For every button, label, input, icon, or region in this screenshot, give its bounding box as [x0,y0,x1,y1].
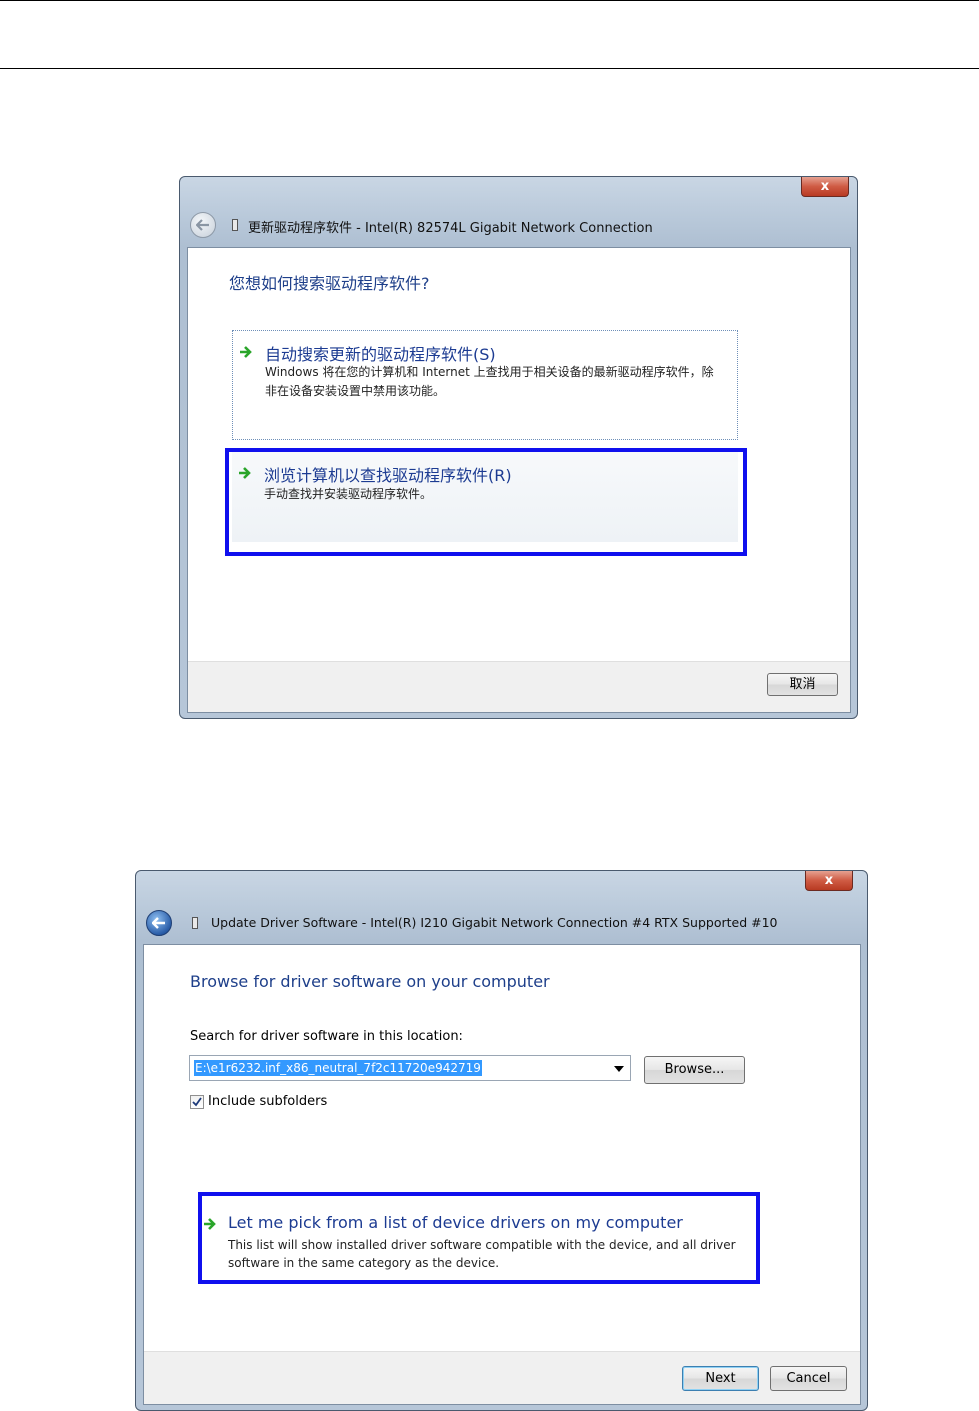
window-title: 更新驱动程序软件 - Intel(R) 82574L Gigabit Netwo… [248,221,653,236]
wizard-footer: 取消 [188,661,850,712]
wizard-content: 您想如何搜索驱动程序软件? 自动搜索更新的驱动程序软件(S) Windows 将… [187,247,851,713]
option-description: 手动查找并安装驱动程序软件。 [264,487,433,501]
close-icon: x [820,179,830,194]
option-pick-from-list[interactable]: Let me pick from a list of device driver… [199,1191,755,1281]
green-arrow-icon [240,346,252,358]
nav-bar: Update Driver Software - Intel(R) I210 G… [142,907,861,941]
option-browse-computer[interactable]: 浏览计算机以查找驱动程序软件(R) 手动查找并安装驱动程序软件。 [232,452,738,542]
option-title: 浏览计算机以查找驱动程序软件(R) [264,466,512,485]
option-description: This list will show installed driver sof… [228,1238,736,1270]
page-heading: 您想如何搜索驱动程序软件? [229,274,430,293]
back-arrow-icon [152,917,165,929]
include-subfolders-label[interactable]: Include subfolders [208,1094,327,1109]
option-description: Windows 将在您的计算机和 Internet 上查找用于相关设备的最新驱动… [265,365,714,398]
green-arrow-icon [239,467,251,479]
close-button[interactable]: x [801,177,849,197]
close-icon: x [824,873,834,888]
search-location-label: Search for driver software in this locat… [190,1029,463,1044]
back-button[interactable] [190,212,216,238]
path-combobox[interactable]: E:\e1r6232.inf_x86_neutral_7f2c11720e942… [189,1055,631,1081]
page-header-rule [0,68,979,69]
checkmark-icon [192,1097,202,1107]
option-title: 自动搜索更新的驱动程序软件(S) [265,345,496,364]
device-icon [232,219,238,231]
title-bar [180,177,857,203]
include-subfolders-checkbox[interactable] [190,1095,204,1109]
page-heading: Browse for driver software on your compu… [190,972,550,991]
cancel-button[interactable]: Cancel [770,1366,847,1391]
title-bar [136,871,867,897]
wizard-content: Browse for driver software on your compu… [143,944,861,1405]
update-driver-dialog-cn: x 更新驱动程序软件 - Intel(R) 82574L Gigabit Net… [179,176,858,719]
nav-bar: 更新驱动程序软件 - Intel(R) 82574L Gigabit Netwo… [186,209,851,243]
browse-button[interactable]: Browse... [644,1056,745,1084]
back-arrow-icon [196,219,209,231]
dropdown-arrow-icon[interactable] [614,1066,624,1072]
wizard-footer: Next Cancel [144,1351,860,1404]
update-driver-dialog-en: x Update Driver Software - Intel(R) I210… [135,870,868,1411]
cancel-button[interactable]: 取消 [767,673,838,696]
option-title: Let me pick from a list of device driver… [228,1213,683,1232]
back-button[interactable] [146,910,172,936]
next-button[interactable]: Next [682,1366,759,1391]
path-input[interactable]: E:\e1r6232.inf_x86_neutral_7f2c11720e942… [194,1060,482,1076]
green-arrow-icon [204,1218,216,1230]
close-button[interactable]: x [805,871,853,891]
window-title: Update Driver Software - Intel(R) I210 G… [211,915,778,930]
option-auto-search[interactable]: 自动搜索更新的驱动程序软件(S) Windows 将在您的计算机和 Intern… [232,330,738,440]
device-icon [192,917,198,929]
page-top-rule [0,0,979,1]
